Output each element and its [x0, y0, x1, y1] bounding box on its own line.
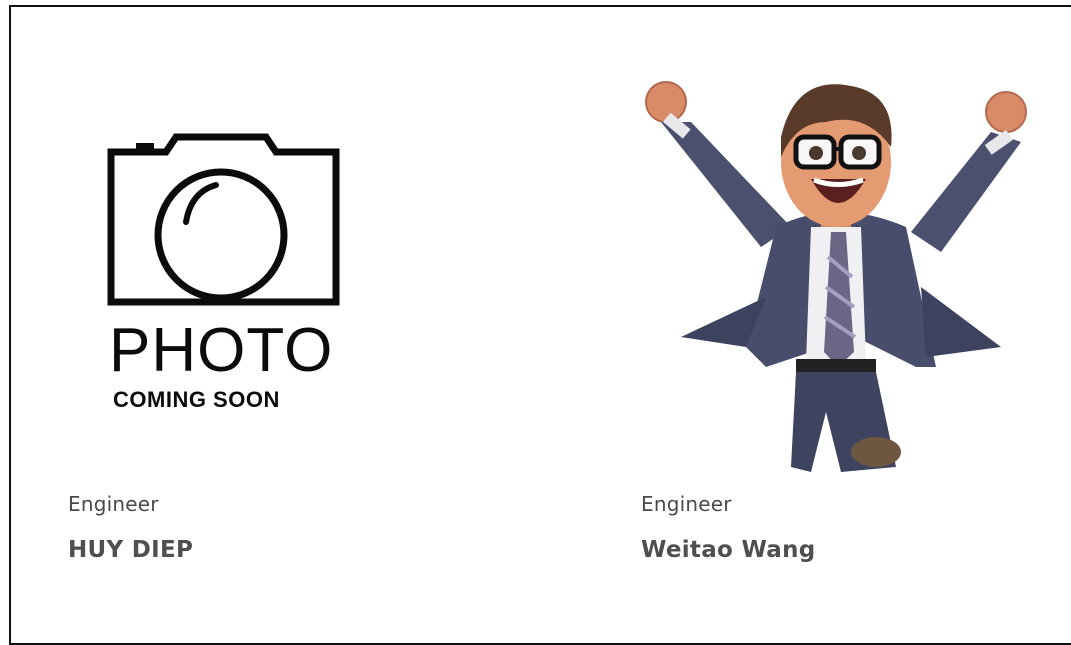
- member-role: Engineer: [641, 492, 732, 516]
- team-member-card-weitao-wang: Engineer Weitao Wang: [626, 67, 1027, 563]
- cartoon-businessman-jumping-icon: [645, 81, 1027, 472]
- team-section: PHOTO COMING SOON Engineer HUY DIEP Engi…: [9, 5, 1071, 645]
- member-name: HUY DIEP: [68, 537, 194, 563]
- member-role: Engineer: [68, 492, 159, 516]
- member-photo: [626, 67, 1027, 477]
- photo-placeholder-subtitle: COMING SOON: [113, 387, 280, 412]
- team-member-card-huy-diep: PHOTO COMING SOON Engineer HUY DIEP: [68, 67, 381, 563]
- photo-coming-soon-placeholder: PHOTO COMING SOON: [91, 67, 381, 477]
- camera-icon: [107, 133, 340, 306]
- member-name: Weitao Wang: [641, 537, 816, 563]
- photo-placeholder-title: PHOTO: [109, 316, 334, 385]
